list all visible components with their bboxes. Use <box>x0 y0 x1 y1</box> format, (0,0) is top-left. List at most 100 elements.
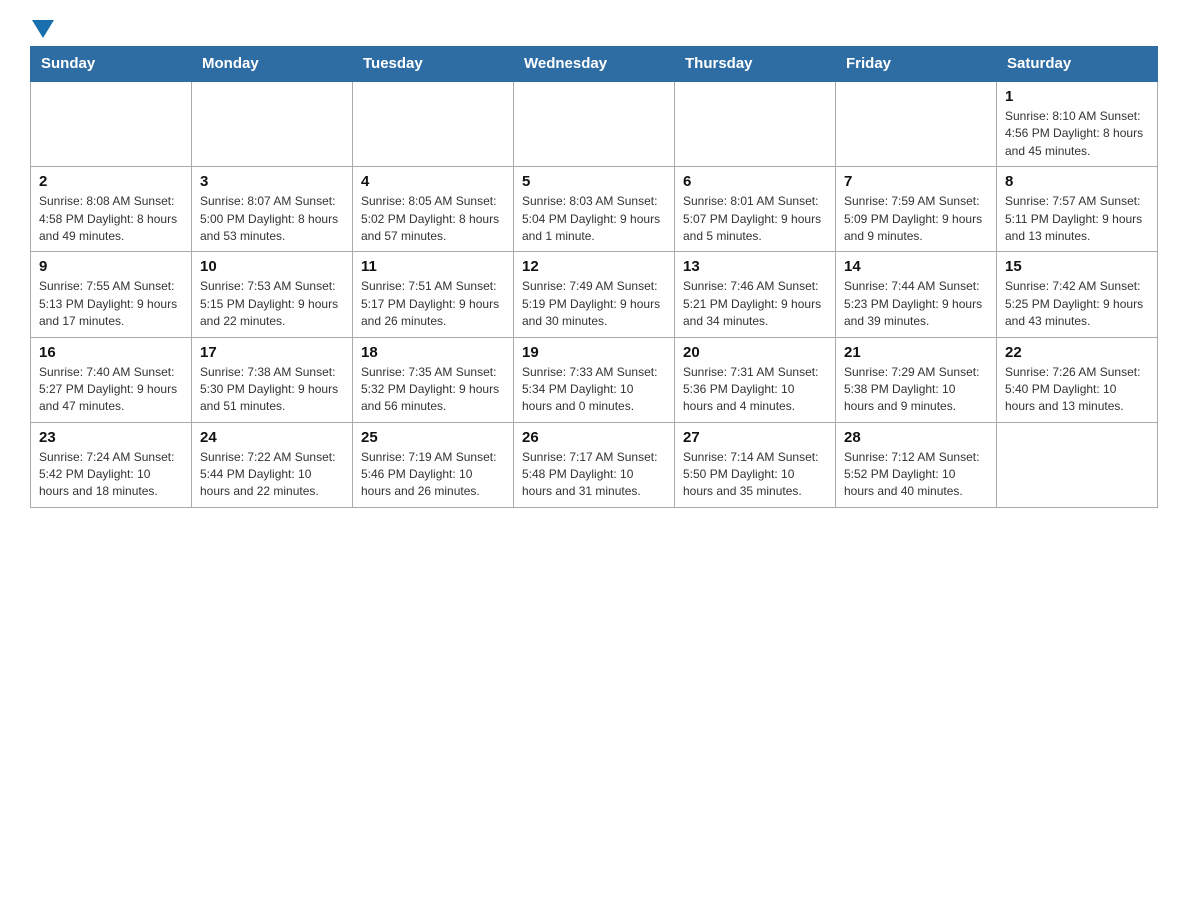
calendar-week-row: 1 Sunrise: 8:10 AM Sunset: 4:56 PM Daylig… <box>31 81 1158 167</box>
day-info: Sunrise: 7:53 AM Sunset: 5:15 PM Dayligh… <box>200 278 344 330</box>
day-number: 2 <box>39 173 183 190</box>
calendar-day-cell: 7 Sunrise: 7:59 AM Sunset: 5:09 PM Daylig… <box>836 167 997 252</box>
day-info: Sunrise: 7:49 AM Sunset: 5:19 PM Dayligh… <box>522 278 666 330</box>
day-of-week-header: Wednesday <box>514 47 675 82</box>
calendar-header-row: SundayMondayTuesdayWednesdayThursdayFrid… <box>31 47 1158 82</box>
calendar-day-cell: 11Sunrise: 7:51 AM Sunset: 5:17 PM Dayli… <box>353 252 514 337</box>
calendar-day-cell <box>192 81 353 167</box>
day-info: Sunrise: 7:17 AM Sunset: 5:48 PM Dayligh… <box>522 449 666 501</box>
calendar-day-cell: 9Sunrise: 7:55 AM Sunset: 5:13 PM Daylig… <box>31 252 192 337</box>
calendar-week-row: 23Sunrise: 7:24 AM Sunset: 5:42 PM Dayli… <box>31 422 1158 507</box>
calendar-day-cell: 23Sunrise: 7:24 AM Sunset: 5:42 PM Dayli… <box>31 422 192 507</box>
calendar-week-row: 2 Sunrise: 8:08 AM Sunset: 4:58 PM Daylig… <box>31 167 1158 252</box>
calendar-day-cell <box>836 81 997 167</box>
day-number: 7 <box>844 173 988 190</box>
day-info: Sunrise: 7:12 AM Sunset: 5:52 PM Dayligh… <box>844 449 988 501</box>
day-info: Sunrise: 8:01 AM Sunset: 5:07 PM Dayligh… <box>683 193 827 245</box>
calendar-day-cell: 18 Sunrise: 7:35 AM Sunset: 5:32 PM Dayli… <box>353 337 514 422</box>
calendar-day-cell: 28 Sunrise: 7:12 AM Sunset: 5:52 PM Dayli… <box>836 422 997 507</box>
calendar-day-cell: 8Sunrise: 7:57 AM Sunset: 5:11 PM Daylig… <box>997 167 1158 252</box>
calendar-day-cell: 12 Sunrise: 7:49 AM Sunset: 5:19 PM Dayli… <box>514 252 675 337</box>
calendar-day-cell: 13 Sunrise: 7:46 AM Sunset: 5:21 PM Dayli… <box>675 252 836 337</box>
day-of-week-header: Thursday <box>675 47 836 82</box>
day-number: 19 <box>522 344 666 361</box>
day-info: Sunrise: 7:38 AM Sunset: 5:30 PM Dayligh… <box>200 364 344 416</box>
day-of-week-header: Monday <box>192 47 353 82</box>
day-number: 21 <box>844 344 988 361</box>
calendar-day-cell <box>514 81 675 167</box>
calendar-week-row: 16 Sunrise: 7:40 AM Sunset: 5:27 PM Dayli… <box>31 337 1158 422</box>
page-header <box>30 20 1158 36</box>
day-info: Sunrise: 8:07 AM Sunset: 5:00 PM Dayligh… <box>200 193 344 245</box>
day-info: Sunrise: 7:29 AM Sunset: 5:38 PM Dayligh… <box>844 364 988 416</box>
day-number: 1 <box>1005 88 1149 105</box>
day-number: 20 <box>683 344 827 361</box>
day-number: 16 <box>39 344 183 361</box>
day-info: Sunrise: 7:31 AM Sunset: 5:36 PM Dayligh… <box>683 364 827 416</box>
day-of-week-header: Tuesday <box>353 47 514 82</box>
day-number: 5 <box>522 173 666 190</box>
calendar-day-cell: 25Sunrise: 7:19 AM Sunset: 5:46 PM Dayli… <box>353 422 514 507</box>
day-number: 9 <box>39 258 183 275</box>
day-of-week-header: Friday <box>836 47 997 82</box>
day-info: Sunrise: 7:19 AM Sunset: 5:46 PM Dayligh… <box>361 449 505 501</box>
day-number: 18 <box>361 344 505 361</box>
calendar-day-cell: 22Sunrise: 7:26 AM Sunset: 5:40 PM Dayli… <box>997 337 1158 422</box>
day-info: Sunrise: 8:10 AM Sunset: 4:56 PM Dayligh… <box>1005 108 1149 160</box>
calendar-day-cell <box>675 81 836 167</box>
day-of-week-header: Sunday <box>31 47 192 82</box>
day-number: 22 <box>1005 344 1149 361</box>
calendar-day-cell: 16 Sunrise: 7:40 AM Sunset: 5:27 PM Dayli… <box>31 337 192 422</box>
day-info: Sunrise: 8:03 AM Sunset: 5:04 PM Dayligh… <box>522 193 666 245</box>
calendar-day-cell: 17 Sunrise: 7:38 AM Sunset: 5:30 PM Dayli… <box>192 337 353 422</box>
day-number: 12 <box>522 258 666 275</box>
logo-triangle-icon <box>32 20 54 38</box>
calendar-day-cell: 20 Sunrise: 7:31 AM Sunset: 5:36 PM Dayli… <box>675 337 836 422</box>
day-info: Sunrise: 7:40 AM Sunset: 5:27 PM Dayligh… <box>39 364 183 416</box>
day-number: 17 <box>200 344 344 361</box>
calendar-day-cell: 14 Sunrise: 7:44 AM Sunset: 5:23 PM Dayli… <box>836 252 997 337</box>
day-info: Sunrise: 7:46 AM Sunset: 5:21 PM Dayligh… <box>683 278 827 330</box>
day-number: 3 <box>200 173 344 190</box>
day-number: 13 <box>683 258 827 275</box>
calendar-day-cell: 5 Sunrise: 8:03 AM Sunset: 5:04 PM Daylig… <box>514 167 675 252</box>
calendar-day-cell: 27 Sunrise: 7:14 AM Sunset: 5:50 PM Dayli… <box>675 422 836 507</box>
day-info: Sunrise: 8:05 AM Sunset: 5:02 PM Dayligh… <box>361 193 505 245</box>
calendar-day-cell: 4Sunrise: 8:05 AM Sunset: 5:02 PM Daylig… <box>353 167 514 252</box>
day-number: 24 <box>200 429 344 446</box>
day-info: Sunrise: 7:42 AM Sunset: 5:25 PM Dayligh… <box>1005 278 1149 330</box>
day-info: Sunrise: 7:44 AM Sunset: 5:23 PM Dayligh… <box>844 278 988 330</box>
day-info: Sunrise: 7:35 AM Sunset: 5:32 PM Dayligh… <box>361 364 505 416</box>
logo <box>30 20 54 36</box>
calendar-day-cell: 15 Sunrise: 7:42 AM Sunset: 5:25 PM Dayli… <box>997 252 1158 337</box>
calendar-day-cell <box>31 81 192 167</box>
calendar-day-cell <box>353 81 514 167</box>
day-of-week-header: Saturday <box>997 47 1158 82</box>
day-info: Sunrise: 7:59 AM Sunset: 5:09 PM Dayligh… <box>844 193 988 245</box>
calendar-day-cell: 10 Sunrise: 7:53 AM Sunset: 5:15 PM Dayli… <box>192 252 353 337</box>
day-number: 26 <box>522 429 666 446</box>
calendar-day-cell: 21 Sunrise: 7:29 AM Sunset: 5:38 PM Dayli… <box>836 337 997 422</box>
day-number: 10 <box>200 258 344 275</box>
day-number: 6 <box>683 173 827 190</box>
day-info: Sunrise: 7:33 AM Sunset: 5:34 PM Dayligh… <box>522 364 666 416</box>
day-number: 8 <box>1005 173 1149 190</box>
calendar-day-cell: 2 Sunrise: 8:08 AM Sunset: 4:58 PM Daylig… <box>31 167 192 252</box>
calendar-day-cell: 6 Sunrise: 8:01 AM Sunset: 5:07 PM Daylig… <box>675 167 836 252</box>
calendar-day-cell <box>997 422 1158 507</box>
day-info: Sunrise: 8:08 AM Sunset: 4:58 PM Dayligh… <box>39 193 183 245</box>
calendar-table: SundayMondayTuesdayWednesdayThursdayFrid… <box>30 46 1158 508</box>
calendar-day-cell: 3 Sunrise: 8:07 AM Sunset: 5:00 PM Daylig… <box>192 167 353 252</box>
day-info: Sunrise: 7:14 AM Sunset: 5:50 PM Dayligh… <box>683 449 827 501</box>
day-number: 14 <box>844 258 988 275</box>
day-info: Sunrise: 7:22 AM Sunset: 5:44 PM Dayligh… <box>200 449 344 501</box>
calendar-day-cell: 19 Sunrise: 7:33 AM Sunset: 5:34 PM Dayli… <box>514 337 675 422</box>
calendar-day-cell: 24 Sunrise: 7:22 AM Sunset: 5:44 PM Dayli… <box>192 422 353 507</box>
day-number: 27 <box>683 429 827 446</box>
calendar-day-cell: 26 Sunrise: 7:17 AM Sunset: 5:48 PM Dayli… <box>514 422 675 507</box>
day-number: 15 <box>1005 258 1149 275</box>
day-number: 28 <box>844 429 988 446</box>
calendar-week-row: 9Sunrise: 7:55 AM Sunset: 5:13 PM Daylig… <box>31 252 1158 337</box>
calendar-day-cell: 1 Sunrise: 8:10 AM Sunset: 4:56 PM Daylig… <box>997 81 1158 167</box>
day-info: Sunrise: 7:51 AM Sunset: 5:17 PM Dayligh… <box>361 278 505 330</box>
